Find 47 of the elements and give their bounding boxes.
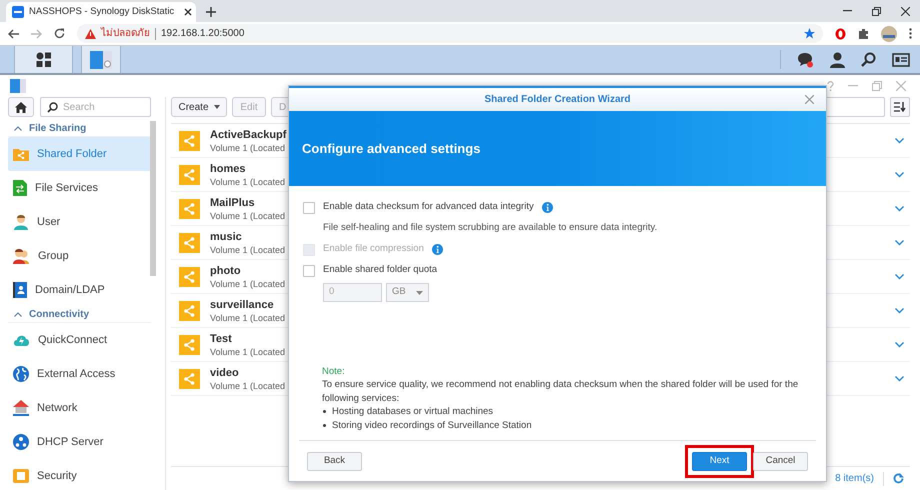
folder-location: Volume 1 (Located bbox=[210, 176, 286, 188]
sidebar-item[interactable]: Network bbox=[8, 391, 151, 425]
folder-location: Volume 1 (Located bbox=[210, 244, 286, 256]
search-field[interactable]: Search bbox=[40, 97, 151, 117]
folder-name: MailPlus bbox=[210, 196, 255, 210]
toolbar-button[interactable]: Create bbox=[171, 97, 227, 117]
sidebar-item[interactable]: DHCP Server bbox=[8, 425, 151, 459]
sidebar-item[interactable]: User bbox=[8, 205, 151, 239]
folder-location: Volume 1 (Located bbox=[210, 346, 286, 358]
section-header[interactable]: Connectivity bbox=[8, 307, 151, 323]
folder-name: video bbox=[210, 366, 239, 380]
checkbox-label: Enable data checksum for advanced data integrity bbox=[323, 200, 534, 214]
security-warning: ไม่ปลอดภัย bbox=[101, 26, 150, 41]
sidebar-item[interactable]: QuickConnect bbox=[8, 323, 151, 357]
folder-location: Volume 1 (Located bbox=[210, 210, 286, 222]
sidebar-item[interactable]: Group bbox=[8, 239, 151, 273]
sidebar-item[interactable]: External Access bbox=[8, 357, 151, 391]
note-title: Note: bbox=[322, 364, 346, 378]
url-text: 192.168.1.20:5000 bbox=[161, 27, 244, 41]
checkbox-label: Enable shared folder quota bbox=[323, 263, 438, 278]
next-button[interactable]: Next bbox=[692, 452, 747, 470]
item-count: 8 item(s) bbox=[835, 472, 874, 486]
note-bullet: Storing video recordings of Surveillance Station bbox=[332, 418, 532, 432]
browser-tab[interactable]: NASSHOPS - Synology DiskStatic bbox=[6, 2, 196, 22]
checkbox-label: Enable file compression bbox=[323, 242, 424, 256]
dialog-title: Shared Folder Creation Wizard bbox=[484, 93, 631, 107]
back-button[interactable]: Back bbox=[307, 452, 362, 470]
note-text: To ensure service quality, we recommend not enabling data checksum when the shared folder will be used for the following services: bbox=[322, 378, 800, 405]
cancel-button[interactable]: Cancel bbox=[753, 452, 808, 470]
tab-title: NASSHOPS - Synology DiskStatic bbox=[29, 4, 174, 19]
address-bar[interactable]: ไม่ปลอดภัย 192.168.1.20:5000 bbox=[77, 24, 823, 43]
banner-heading: Configure advanced settings bbox=[302, 140, 480, 158]
folder-location: Volume 1 (Located bbox=[210, 278, 286, 290]
folder-location: Volume 1 (Located bbox=[210, 312, 286, 324]
folder-name: homes bbox=[210, 162, 246, 176]
description-text: File self-healing and file system scrubbing are available to ensure data integrity. bbox=[323, 221, 658, 236]
sidebar-item[interactable]: Security bbox=[8, 459, 151, 490]
sidebar-item[interactable]: Domain/LDAP bbox=[8, 273, 151, 307]
folder-name: photo bbox=[210, 264, 241, 278]
folder-location: Volume 1 (Located bbox=[210, 142, 286, 154]
folder-name: Test bbox=[210, 332, 232, 346]
folder-name: surveillance bbox=[210, 298, 274, 312]
folder-name: ActiveBackupf bbox=[210, 128, 286, 142]
folder-location: Volume 1 (Located bbox=[210, 380, 286, 392]
folder-name: music bbox=[210, 230, 242, 244]
sidebar-item[interactable]: File Services bbox=[8, 171, 151, 205]
note-bullet: Hosting databases or virtual machines bbox=[332, 405, 494, 418]
